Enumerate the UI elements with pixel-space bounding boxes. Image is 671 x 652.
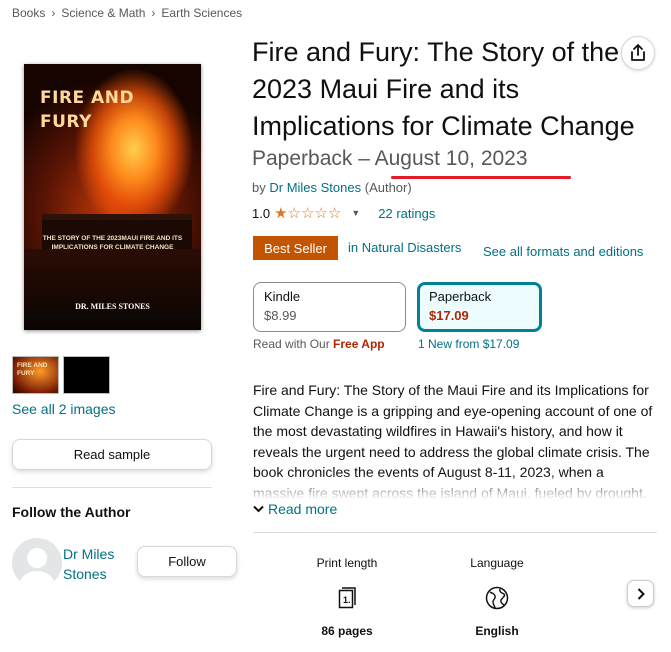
thumbnail-front-cover[interactable]: FIRE AND FURY [12,356,59,394]
star-empty-icon: ☆ [327,205,342,222]
paperback-offers-note: 1 New from $17.09 [418,337,519,351]
chevron-right-icon [637,587,645,600]
author-role: (Author) [364,180,412,195]
ratings-count-link[interactable]: 22 ratings [378,206,435,221]
share-button[interactable] [621,36,655,70]
follow-author-name-link[interactable]: Dr Miles Stones [63,544,133,584]
by-prefix: by [252,180,266,195]
format-option-kindle[interactable]: Kindle $8.99 [253,282,406,332]
thumbnail-title: FIRE AND FURY [17,362,48,377]
description-fade [253,474,658,500]
product-title: Fire and Fury: The Story of the 2023 Mau… [252,37,635,141]
best-seller-category-link[interactable]: in Natural Disasters [348,240,461,255]
detail-label: Print length [316,556,378,570]
thumbnail-back-cover[interactable] [63,356,110,394]
byline: by Dr Miles Stones (Author) [252,180,412,195]
detail-value: English [475,624,519,638]
divider [12,487,212,488]
breadcrumb-item-books[interactable]: Books [12,6,45,20]
book-cover-image[interactable]: FIRE AND FURY THE STORY OF THE 2023MAUI … [24,64,201,330]
free-app-link[interactable]: Free App [333,337,385,351]
date-annotation-underline [391,176,571,179]
kindle-free-app-note: Read with Our Free App [253,337,385,351]
read-more-label: Read more [268,501,338,517]
follow-author-heading: Follow the Author [12,504,131,520]
globe-icon [442,578,552,618]
star-empty-icon: ☆ [314,205,328,222]
share-icon [631,44,645,61]
follow-button[interactable]: Follow [137,546,237,577]
breadcrumb-item-earth-sciences[interactable]: Earth Sciences [161,6,242,20]
offers-from-price[interactable]: from $17.09 [455,337,519,351]
rating-value: 1.0 [252,205,271,221]
see-all-images-link[interactable]: See all 2 images [12,401,116,417]
author-link[interactable]: Dr Miles Stones [269,180,361,195]
kindle-note-prefix: Read with Our [253,337,330,351]
new-offers-link[interactable]: 1 New [418,337,452,351]
author-avatar[interactable] [12,538,62,588]
star-filled-icon: ★ [274,205,288,222]
breadcrumb-item-science-math[interactable]: Science & Math [61,6,145,20]
see-all-formats-link[interactable]: See all formats and editions [483,244,643,259]
detail-language: Language English [442,556,552,638]
divider [253,532,657,533]
book-pages-icon: 1. [292,578,402,618]
format-name: Paperback [429,289,492,304]
best-seller-badge[interactable]: Best Seller [253,236,338,260]
detail-label: Language [470,556,524,570]
carousel-next-button[interactable] [627,580,654,607]
format-name: Kindle [264,289,301,304]
rating-row: 1.0 ★☆☆☆☆ ▼ 22 ratings [252,204,435,222]
cover-author: DR. MILES STONES [75,302,150,311]
cover-title: FIRE AND FURY [40,88,135,132]
chevron-down-icon[interactable]: ▼ [351,208,360,218]
read-more-link[interactable]: Read more [253,501,337,517]
format-and-date: Paperback – August 10, 2023 [252,147,528,170]
chevron-down-icon [253,505,264,513]
star-empty-icon: ☆ [287,205,301,222]
detail-print-length: Print length 1. 86 pages [292,556,402,638]
breadcrumb: Books › Science & Math › Earth Sciences [12,6,243,20]
cover-subtitle: THE STORY OF THE 2023MAUI FIRE AND ITS I… [42,235,183,251]
format-price: $8.99 [264,308,297,323]
format-option-paperback[interactable]: Paperback $17.09 [417,282,542,332]
star-empty-icon: ☆ [300,205,315,222]
read-sample-button[interactable]: Read sample [12,439,212,470]
svg-text:1.: 1. [343,595,351,605]
format-price: $17.09 [429,308,469,323]
detail-value: 86 pages [321,624,373,638]
star-rating-icon[interactable]: ★☆☆☆☆ [274,204,341,222]
